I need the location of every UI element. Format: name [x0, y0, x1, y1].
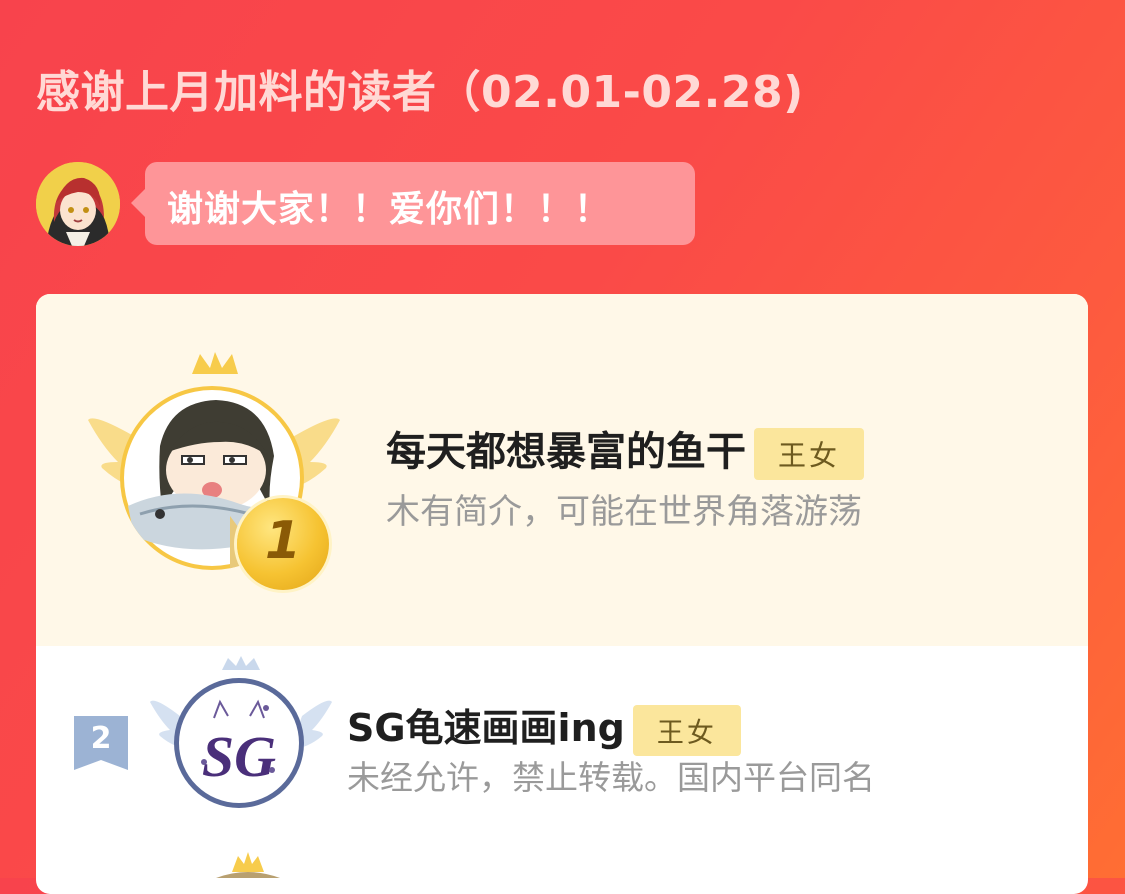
gold-medal-icon: 1: [237, 498, 329, 590]
host-avatar-image: [36, 162, 120, 246]
rank-2-avatar-text: SG: [202, 724, 276, 789]
rank-1-number: 1: [264, 511, 302, 571]
rank-1-name-text: 每天都想暴富的鱼干: [386, 429, 746, 475]
rank-2-name[interactable]: SG龟速画画ing 王女: [347, 697, 741, 756]
host-message-bubble: 谢谢大家！！爱你们！！！: [131, 162, 695, 245]
host-message: 谢谢大家！！爱你们！！！: [167, 189, 612, 230]
rank-3-crown-icon: [216, 852, 280, 878]
rank-1-bio: 木有简介，可能在世界角落游荡: [386, 492, 862, 532]
rank-2-name-text: SG龟速画画ing: [347, 706, 625, 750]
rank-2-number: 2: [90, 721, 112, 756]
rank-2-avatar[interactable]: SG: [174, 678, 304, 808]
rank-1-name[interactable]: 每天都想暴富的鱼干 王女: [386, 419, 865, 480]
rank-2-badge: 王女: [632, 705, 741, 756]
page-title: 感谢上月加料的读者（02.01-02.28): [36, 67, 804, 118]
rank-1-badge: 王女: [754, 428, 865, 480]
rank-2-number-wrap: 2: [74, 716, 128, 770]
ranking-card: 1 每天都想暴富的鱼干 王女 木有简介，可能在世界角落游荡 2 SG SG龟速画…: [36, 294, 1088, 894]
rank-2-avatar-image: SG: [179, 683, 299, 803]
rank-2-bio: 未经允许，禁止转载。国内平台同名: [347, 758, 875, 797]
host-avatar[interactable]: [36, 162, 120, 246]
